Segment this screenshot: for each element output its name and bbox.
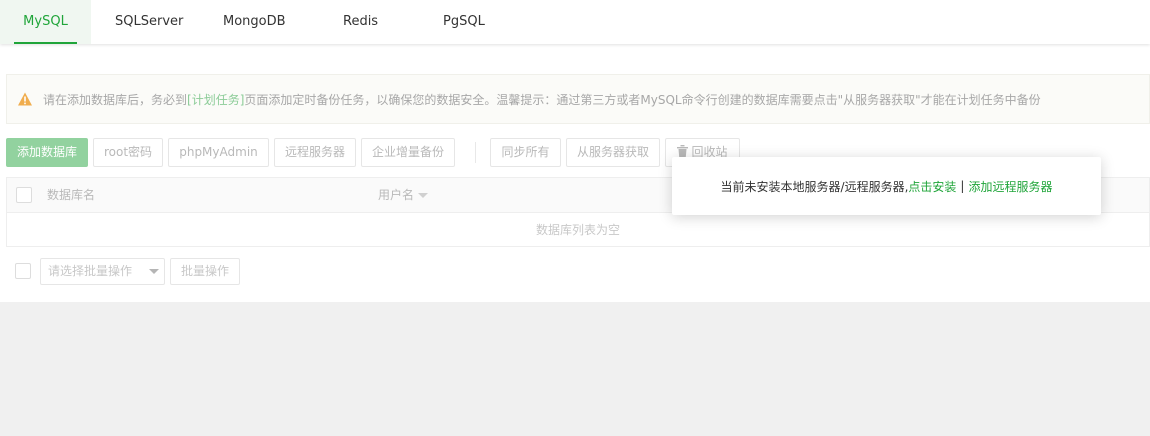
batch-operation-select[interactable]: 请选择批量操作: [40, 258, 165, 285]
get-from-server-button[interactable]: 从服务器获取: [566, 138, 660, 167]
incremental-backup-button[interactable]: 企业增量备份: [361, 138, 455, 167]
column-username[interactable]: 用户名: [378, 178, 429, 213]
server-not-installed-popup: 当前未安装本地服务器/远程服务器, 点击安装 | 添加远程服务器: [672, 157, 1101, 215]
popup-message: 当前未安装本地服务器/远程服务器,: [720, 179, 909, 194]
tab-redis[interactable]: Redis: [343, 0, 378, 44]
phpmyadmin-button[interactable]: phpMyAdmin: [168, 138, 269, 167]
sort-caret-icon: [418, 193, 429, 198]
tab-mysql[interactable]: MySQL: [0, 0, 91, 44]
toolbar-divider: [475, 142, 476, 163]
warning-icon: [18, 92, 32, 106]
database-type-tabs: MySQL SQLServer MongoDB Redis PgSQL: [0, 0, 1150, 44]
backup-notice: 请在添加数据库后，务必到 [计划任务] 页面添加定时备份任务，以确保您的数据安全…: [6, 74, 1150, 124]
column-database-name[interactable]: 数据库名: [47, 178, 95, 213]
batch-select-checkbox[interactable]: [15, 263, 31, 279]
chevron-down-icon: [149, 269, 159, 274]
popup-separator: |: [960, 179, 965, 193]
sync-all-button[interactable]: 同步所有: [490, 138, 561, 167]
install-link[interactable]: 点击安装: [908, 178, 956, 195]
remote-server-button[interactable]: 远程服务器: [274, 138, 356, 167]
notice-text-before: 请在添加数据库后，务必到: [43, 92, 188, 107]
scheduled-task-link[interactable]: [计划任务]: [187, 91, 244, 108]
batch-select-placeholder: 请选择批量操作: [48, 264, 133, 278]
trash-icon: [677, 145, 689, 157]
batch-operation-button[interactable]: 批量操作: [170, 258, 240, 285]
tab-mongodb[interactable]: MongoDB: [223, 0, 286, 44]
add-remote-server-link[interactable]: 添加远程服务器: [968, 178, 1052, 195]
column-username-label: 用户名: [378, 188, 415, 202]
empty-table-message: 数据库列表为空: [535, 223, 620, 237]
add-database-button[interactable]: 添加数据库: [6, 138, 88, 167]
notice-text-after: 页面添加定时备份任务，以确保您的数据安全。温馨提示：通过第三方或者MySQL命令…: [244, 92, 1041, 107]
root-password-button[interactable]: root密码: [93, 138, 163, 167]
tab-sqlserver[interactable]: SQLServer: [115, 0, 183, 44]
tab-pgsql[interactable]: PgSQL: [443, 0, 485, 44]
select-all-checkbox[interactable]: [16, 187, 32, 203]
